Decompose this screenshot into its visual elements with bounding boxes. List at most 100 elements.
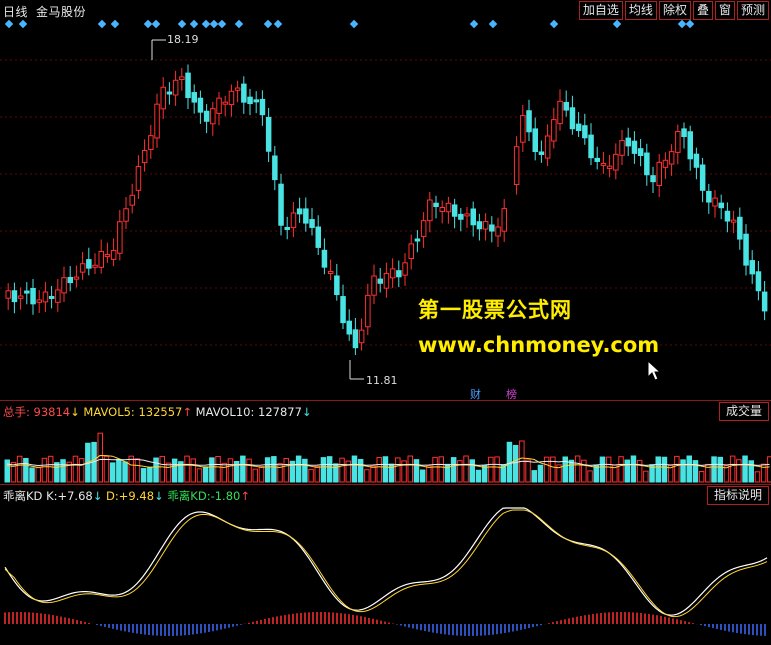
candle-body (179, 76, 185, 81)
volume-name: 总手: (3, 405, 30, 419)
volume-bar (252, 468, 258, 483)
candle-body (520, 115, 526, 143)
volume-bar (692, 460, 699, 483)
candle-body (247, 96, 253, 105)
candle-body (30, 288, 36, 305)
ex-rights-button[interactable]: 除权 (658, 1, 691, 20)
volume-bar (767, 456, 771, 483)
candle-body (42, 291, 49, 303)
stock-name: 金马股份 (36, 5, 87, 19)
volume-bar (537, 464, 544, 483)
window-button[interactable]: 窗 (714, 1, 735, 20)
candle-body (470, 208, 476, 226)
candle-body (154, 103, 160, 139)
candle-body (123, 208, 129, 222)
kd-indicator-chart[interactable] (0, 504, 771, 645)
signal-marker (488, 19, 498, 29)
volume-bar (698, 470, 705, 483)
volume-bar (240, 455, 246, 483)
volume-bar (376, 457, 382, 483)
candle-body (718, 202, 724, 209)
high-price-label: 18.19 (167, 33, 199, 46)
overlay-button[interactable]: 叠 (692, 1, 713, 20)
candle-body (340, 296, 346, 324)
forecast-button[interactable]: 预测 (736, 1, 769, 20)
low-price-label: 11.81 (366, 374, 398, 387)
period-label[interactable]: 日线 (3, 5, 28, 19)
volume-bar (339, 457, 345, 483)
volume-bar (54, 462, 60, 483)
candle-body (476, 221, 483, 230)
volume-bar (450, 457, 457, 483)
candle-body (699, 164, 706, 191)
signal-marker (4, 19, 14, 29)
candle-body (234, 87, 241, 91)
candle-body (129, 194, 135, 206)
candle-body (675, 131, 681, 153)
candle-body (606, 165, 613, 169)
signal-marker (18, 19, 28, 29)
candle-body (334, 275, 340, 296)
volume-bar (184, 455, 190, 483)
candle-body (371, 275, 377, 296)
candle-body (582, 125, 588, 139)
volume-bar (47, 455, 54, 483)
volume-bar (314, 465, 320, 483)
candle-body (321, 249, 328, 268)
indicator-help-button[interactable]: 指标说明 (706, 486, 769, 505)
candle-body (67, 276, 73, 284)
candle-body (575, 123, 582, 131)
volume-bar (426, 465, 432, 483)
volume-bar (258, 466, 265, 483)
candle-body (284, 226, 290, 230)
candle-body (613, 153, 619, 171)
signal-marker (234, 19, 244, 29)
volume-bar (481, 464, 488, 483)
add-favorite-button[interactable]: 加自选 (578, 1, 623, 20)
volume-bar (370, 465, 376, 483)
volume-bar (16, 455, 23, 483)
candle-body (241, 83, 247, 103)
candle-body (619, 140, 625, 156)
candle-body (222, 101, 228, 105)
candle-body (693, 153, 700, 168)
volume-bar (680, 459, 686, 483)
volume-bar (271, 456, 277, 483)
signal-marker (612, 19, 622, 29)
candle-body (588, 134, 594, 159)
volume-bar (140, 468, 147, 483)
candle-body (160, 86, 166, 110)
volume-bar (357, 458, 364, 483)
candle-body (166, 91, 173, 95)
volume-bar (512, 444, 519, 483)
candle-body (414, 238, 421, 242)
volume-bar (190, 458, 196, 483)
volume-bar (78, 458, 85, 483)
candle-body (544, 135, 551, 159)
moving-average-button[interactable]: 均线 (624, 1, 657, 20)
candle-body (668, 151, 675, 165)
signal-marker (349, 19, 359, 29)
candle-body (526, 110, 532, 133)
candle-body (687, 131, 693, 160)
volume-bar (587, 470, 593, 483)
candle-body (135, 166, 142, 191)
volume-bar (29, 467, 35, 483)
volume-indicator-button[interactable]: 成交量 (718, 402, 769, 421)
volume-bar (302, 458, 308, 483)
chart-title: 日线 金马股份 (3, 3, 94, 20)
volume-bar (643, 470, 649, 483)
volume-bar (103, 455, 110, 483)
signal-marker (217, 19, 227, 29)
mavol5-value: 132557 (138, 405, 183, 419)
k-value: +7.68 (57, 489, 93, 503)
candle-body (11, 290, 18, 303)
diff-arrow: ↑ (240, 489, 250, 503)
volume-chart[interactable] (0, 420, 771, 484)
candle-body (203, 110, 210, 122)
volume-bar (748, 460, 754, 483)
volume-bar (277, 463, 283, 483)
candle-body (755, 271, 762, 292)
candle-body (538, 151, 545, 155)
volume-bar (41, 457, 48, 483)
